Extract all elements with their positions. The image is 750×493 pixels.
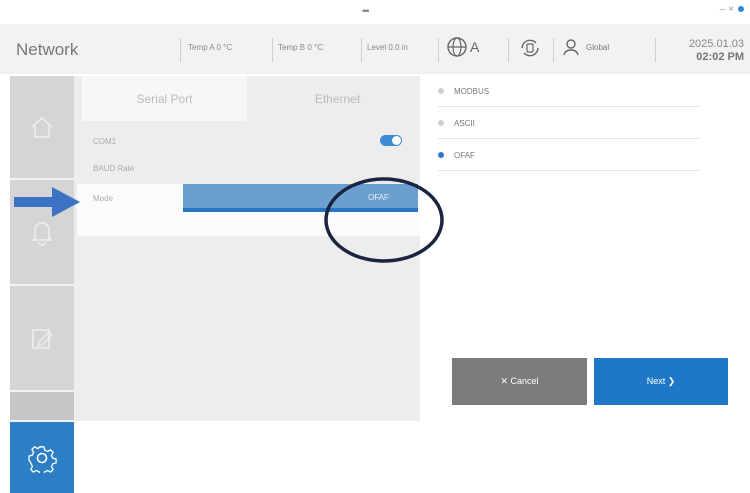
option-label: OFAF bbox=[454, 150, 475, 160]
radio-button[interactable] bbox=[438, 88, 444, 94]
home-icon bbox=[31, 116, 53, 138]
drag-handle[interactable]: ••• bbox=[362, 6, 370, 16]
header-bar: Network Temp A 0 °C Temp B 0 °C Level 0.… bbox=[0, 24, 750, 74]
network-status[interactable]: A bbox=[446, 36, 479, 58]
sidebar-item-home[interactable] bbox=[10, 76, 74, 180]
date-text: 2025.01.03 bbox=[688, 38, 744, 50]
sync-icon bbox=[521, 39, 539, 57]
datetime: 2025.01.03 02:02 PM bbox=[689, 38, 744, 64]
window-status-dot bbox=[738, 6, 744, 13]
sidebar-spacer bbox=[10, 392, 74, 422]
sidebar bbox=[10, 76, 74, 493]
window-controls[interactable]: – × bbox=[720, 4, 744, 15]
radio-button[interactable] bbox=[438, 120, 444, 126]
divider bbox=[180, 38, 181, 62]
temp-b-readout: Temp B 0 °C bbox=[278, 43, 323, 52]
option-label: ASCII bbox=[454, 118, 475, 128]
window-titlebar: ••• – × bbox=[0, 0, 750, 22]
edit-icon bbox=[32, 329, 53, 349]
bell-icon bbox=[31, 222, 53, 246]
cancel-button[interactable]: ✕ Cancel bbox=[452, 358, 587, 405]
user-name: Global bbox=[586, 42, 610, 52]
sidebar-item-edit[interactable] bbox=[10, 286, 74, 392]
mode-label: Mode bbox=[93, 194, 114, 203]
divider bbox=[272, 38, 273, 62]
com-toggle[interactable] bbox=[380, 135, 402, 146]
com-label: COM1 bbox=[93, 137, 117, 146]
tab-ethernet[interactable]: Ethernet bbox=[255, 76, 420, 121]
user-menu[interactable]: Global bbox=[562, 38, 609, 56]
sidebar-item-settings[interactable] bbox=[10, 422, 74, 493]
option-modbus[interactable]: MODBUS bbox=[438, 76, 700, 107]
time-text: 02:02 PM bbox=[696, 51, 744, 63]
toggle-knob bbox=[392, 136, 401, 145]
page-title: Network bbox=[16, 40, 79, 59]
divider bbox=[438, 38, 439, 62]
option-ofaf[interactable]: OFAF bbox=[438, 140, 700, 171]
option-ascii[interactable]: ASCII bbox=[438, 108, 700, 139]
globe-icon bbox=[447, 37, 467, 57]
annotation-circle-icon bbox=[324, 177, 444, 263]
gear-icon bbox=[28, 445, 57, 473]
divider bbox=[361, 38, 362, 62]
level-readout: Level 0.0 in bbox=[367, 43, 408, 52]
annotation-arrow-icon bbox=[14, 187, 80, 217]
window-control-label[interactable]: – × bbox=[720, 4, 734, 15]
temp-a-readout: Temp A 0 °C bbox=[188, 43, 233, 52]
radio-button-selected[interactable] bbox=[438, 152, 444, 158]
tab-serial-port[interactable]: Serial Port bbox=[82, 76, 247, 121]
sync-button[interactable] bbox=[518, 36, 542, 65]
tab-bar: Serial Port Ethernet bbox=[82, 76, 420, 121]
divider bbox=[655, 38, 656, 62]
user-icon bbox=[563, 39, 579, 56]
globe-suffix: A bbox=[470, 39, 480, 55]
baud-label: BAUD Rate bbox=[93, 164, 135, 173]
divider bbox=[508, 38, 509, 62]
next-button[interactable]: Next ❯ bbox=[594, 358, 728, 405]
option-label: MODBUS bbox=[454, 86, 490, 96]
divider bbox=[553, 38, 554, 62]
